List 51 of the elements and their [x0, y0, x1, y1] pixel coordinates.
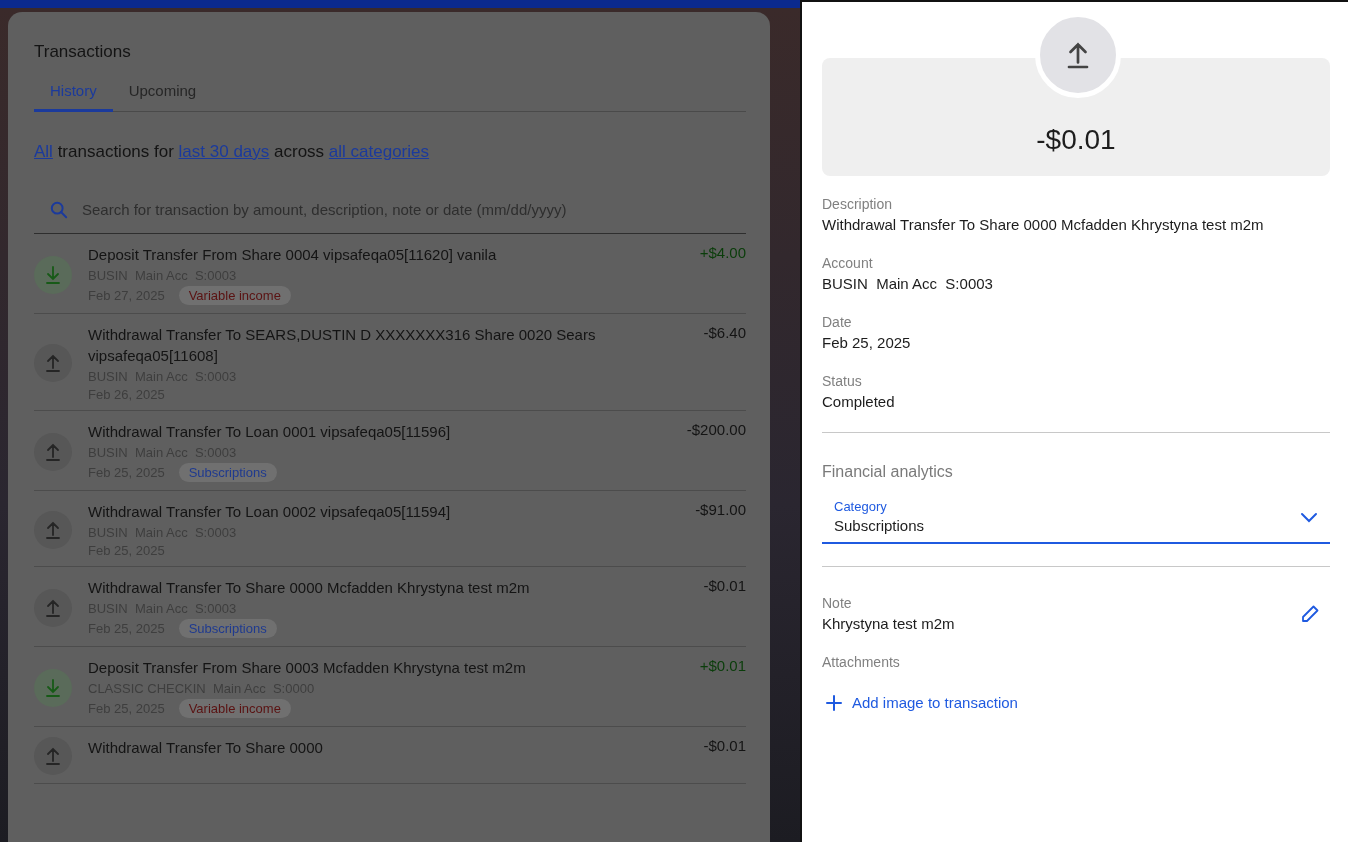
category-tag: Variable income	[178, 699, 291, 718]
amount-text: -$0.01	[1036, 124, 1116, 157]
field-label: Date	[822, 314, 853, 330]
upload-arrow-icon	[43, 441, 63, 462]
upload-arrow-icon	[43, 746, 63, 766]
category-tag: Subscriptions	[178, 463, 277, 482]
transaction-description[interactable]: Withdrawal Transfer To SEARS,DUSTIN D XXXXXXX316 Share 0020 Sears vipsafeqa05[11608]	[88, 324, 688, 366]
filter-link[interactable]: all categories	[328, 142, 429, 161]
search-icon	[50, 200, 68, 219]
upload-arrow-icon	[43, 519, 63, 540]
field-label: Status	[822, 373, 863, 389]
category-tag: Variable income	[178, 286, 291, 305]
transaction-description[interactable]: Deposit Transfer From Share 0003 Mcfadden Khrystyna test m2m	[88, 657, 684, 678]
upload-arrow-icon	[43, 353, 63, 373]
field-value: Khrystyna test m2m	[822, 615, 955, 632]
category-select[interactable]: Category Subscriptions	[822, 495, 1330, 544]
pencil-icon	[1300, 603, 1320, 624]
amount-text: -$91.00	[695, 501, 746, 520]
amount-text: +$0.01	[699, 657, 746, 676]
field-label: Attachments	[822, 654, 901, 670]
amount-text: -$200.00	[686, 421, 746, 440]
field-value: Completed	[822, 393, 896, 410]
field-value: Withdrawal Transfer To Share 0000 Mcfadden Khrystyna test m2m	[822, 216, 1265, 233]
plus-icon	[826, 694, 842, 711]
field-label: Account	[822, 255, 874, 271]
amount-text: -$6.40	[703, 324, 746, 343]
transaction-description[interactable]: Withdrawal Transfer To Loan 0001 vipsafeqa05[11596]	[88, 421, 671, 442]
upload-arrow-icon	[43, 597, 63, 618]
field-value: Feb 25, 2025	[822, 334, 912, 351]
amount-text: -$0.01	[703, 577, 746, 596]
filter-link[interactable]: last 30 days	[178, 142, 270, 161]
filter-sentence: All transactions for last 30 days across all categories	[34, 142, 430, 162]
category-tag: Subscriptions	[178, 619, 277, 638]
field-label: Note	[822, 595, 853, 611]
transaction-description[interactable]: Withdrawal Transfer To Loan 0002 vipsafeqa05[11594]	[88, 501, 680, 522]
chevron-down-icon	[1300, 510, 1318, 523]
amount-text: -$0.01	[703, 737, 746, 756]
transaction-description[interactable]: Withdrawal Transfer To Share 0000 Mcfadden Khrystyna test m2m	[88, 577, 688, 598]
amount-text: +$4.00	[699, 244, 746, 263]
section-title: Financial analytics	[822, 463, 954, 481]
field-value: BUSIN Main Acc S:0003	[822, 275, 994, 292]
filter-link[interactable]: All	[34, 142, 53, 161]
download-arrow-icon	[43, 677, 63, 698]
download-arrow-icon	[43, 264, 63, 285]
tab[interactable]: Upcoming	[112, 82, 213, 112]
tab[interactable]: History	[34, 82, 113, 112]
add-image-button[interactable]: Add image to transaction	[822, 694, 1018, 711]
panel-title: Transactions	[34, 42, 132, 62]
field-label: Description	[822, 196, 894, 212]
transaction-description[interactable]: Deposit Transfer From Share 0004 vipsafeqa05[11620] vanila	[88, 244, 684, 265]
transaction-description[interactable]: Withdrawal Transfer To Share 0000	[88, 737, 688, 758]
